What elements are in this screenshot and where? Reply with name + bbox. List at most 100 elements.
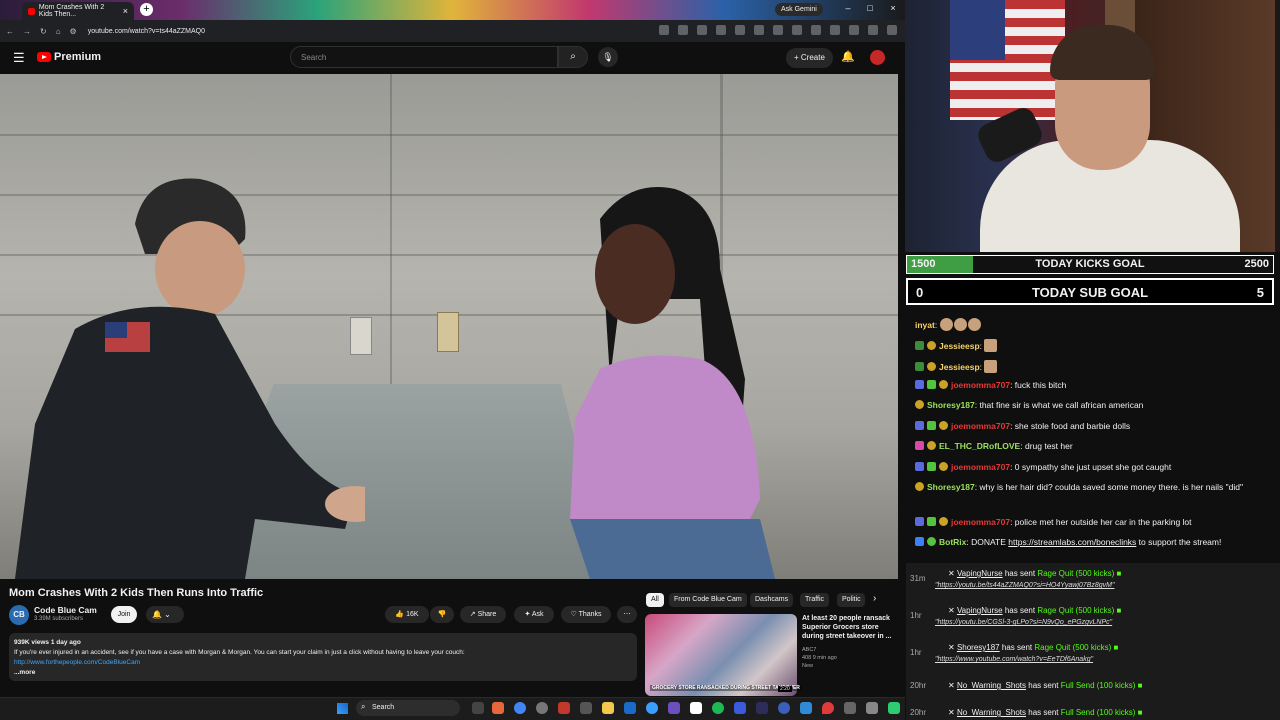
extension-icon[interactable] bbox=[849, 25, 859, 35]
close-tab-icon[interactable]: × bbox=[123, 6, 128, 16]
extension-icon[interactable] bbox=[716, 25, 726, 35]
chip-politic[interactable]: Politic bbox=[837, 593, 865, 607]
youtube-logo[interactable]: Premium bbox=[37, 51, 101, 63]
thanks-button[interactable]: ♡ Thanks bbox=[561, 606, 611, 623]
edge-icon[interactable] bbox=[646, 702, 658, 714]
account-avatar[interactable] bbox=[870, 50, 885, 65]
hamburger-menu-icon[interactable]: ☰ bbox=[13, 50, 25, 66]
show-more-link[interactable]: ...more bbox=[14, 668, 632, 678]
recommended-title[interactable]: At least 20 people ransack Superior Groc… bbox=[802, 614, 894, 641]
bot-badge-icon bbox=[915, 537, 924, 546]
chips-next-icon[interactable]: › bbox=[873, 593, 876, 604]
app-icon[interactable] bbox=[624, 702, 636, 714]
site-info-icon[interactable]: ⚙ bbox=[70, 27, 77, 36]
app-icon[interactable] bbox=[492, 702, 504, 714]
extension-icon[interactable] bbox=[659, 25, 669, 35]
join-button[interactable]: Join bbox=[111, 606, 137, 623]
event-user[interactable]: Shoresy187 bbox=[957, 643, 1000, 652]
app-icon[interactable] bbox=[800, 702, 812, 714]
chat-username[interactable]: Jessieesp bbox=[939, 362, 980, 372]
app-icon[interactable] bbox=[844, 702, 856, 714]
extension-icon[interactable] bbox=[697, 25, 707, 35]
reload-icon[interactable]: ↻ bbox=[40, 27, 47, 36]
forward-icon[interactable]: → bbox=[23, 27, 31, 36]
file-explorer-icon[interactable] bbox=[602, 702, 614, 714]
chat-username[interactable]: inyat bbox=[915, 320, 935, 330]
home-icon[interactable]: ⌂ bbox=[56, 27, 61, 36]
app-icon[interactable] bbox=[778, 702, 790, 714]
description-link[interactable]: http://www.forthepeople.com/CodeBlueCam bbox=[14, 658, 632, 668]
chat-username[interactable]: BotRix bbox=[939, 537, 966, 547]
event-user[interactable]: No_Warning_Shots bbox=[957, 681, 1026, 690]
event-message[interactable]: "https://www.youtube.com/watch?v=EeTDf6A… bbox=[935, 656, 1093, 663]
minimize-window-icon[interactable]: – bbox=[838, 3, 858, 13]
kebab-menu-icon[interactable] bbox=[887, 25, 897, 35]
create-button[interactable]: + Create bbox=[786, 48, 833, 68]
chat-username[interactable]: Shoresy187 bbox=[927, 482, 975, 492]
extension-icon[interactable] bbox=[754, 25, 764, 35]
like-button[interactable]: 👍 16K bbox=[385, 606, 429, 623]
subscription-bell-icon[interactable]: 🔔 ⌄ bbox=[146, 606, 184, 623]
share-button[interactable]: ↗ Share bbox=[460, 606, 506, 623]
video-description[interactable]: 939K views 1 day ago If you're ever inju… bbox=[9, 633, 637, 681]
new-tab-button[interactable]: + bbox=[140, 3, 153, 16]
bookmark-star-icon[interactable] bbox=[678, 25, 688, 35]
app-icon[interactable] bbox=[690, 702, 702, 714]
ask-button[interactable]: ✦ Ask bbox=[514, 606, 554, 623]
recommended-thumbnail[interactable] bbox=[645, 614, 797, 696]
app-icon[interactable] bbox=[668, 702, 680, 714]
app-icon[interactable] bbox=[888, 702, 900, 714]
taskbar-search-input[interactable]: Search bbox=[356, 700, 460, 716]
url-field[interactable]: youtube.com/watch?v=ts44aZZMAQ0 bbox=[88, 28, 205, 35]
event-user[interactable]: VapingNurse bbox=[957, 569, 1003, 578]
browser-tab-active[interactable]: Mom Crashes With 2 Kids Then... × bbox=[22, 2, 134, 20]
extension-icon[interactable] bbox=[792, 25, 802, 35]
chrome-icon[interactable] bbox=[514, 702, 526, 714]
chat-username[interactable]: EL_THC_DRofLOVE bbox=[939, 441, 1020, 451]
app-icon[interactable] bbox=[580, 702, 592, 714]
chip-from-channel[interactable]: From Code Blue Cam bbox=[669, 593, 747, 607]
close-window-icon[interactable]: × bbox=[883, 3, 903, 13]
chat-username[interactable]: joemomma707 bbox=[951, 380, 1010, 390]
chat-link[interactable]: https://streamlabs.com/boneclinks bbox=[1008, 537, 1136, 547]
app-icon[interactable] bbox=[822, 702, 834, 714]
chat-username[interactable]: joemomma707 bbox=[951, 517, 1010, 527]
microphone-icon[interactable]: 🎙 bbox=[598, 47, 618, 67]
more-actions-icon[interactable]: ⋯ bbox=[617, 606, 637, 623]
back-icon[interactable]: ← bbox=[6, 27, 14, 36]
event-user[interactable]: VapingNurse bbox=[957, 606, 1003, 615]
profile-icon[interactable] bbox=[868, 25, 878, 35]
app-icon[interactable] bbox=[756, 702, 768, 714]
channel-name[interactable]: Code Blue Cam bbox=[34, 605, 97, 615]
task-view-icon[interactable] bbox=[472, 702, 484, 714]
extension-icon[interactable] bbox=[773, 25, 783, 35]
chat-username[interactable]: joemomma707 bbox=[951, 421, 1010, 431]
share-label: Share bbox=[477, 611, 497, 618]
search-icon[interactable]: ⌕ bbox=[558, 46, 588, 68]
channel-avatar[interactable]: CB bbox=[9, 605, 29, 625]
extension-icon[interactable] bbox=[811, 25, 821, 35]
chat-username[interactable]: Shoresy187 bbox=[927, 400, 975, 410]
video-player[interactable] bbox=[0, 74, 898, 579]
app-icon[interactable] bbox=[866, 702, 878, 714]
app-icon[interactable] bbox=[536, 702, 548, 714]
chip-dashcams[interactable]: Dashcams bbox=[750, 593, 794, 607]
obs-icon[interactable] bbox=[558, 702, 570, 714]
app-icon[interactable] bbox=[734, 702, 746, 714]
notifications-bell-icon[interactable]: 🔔 bbox=[841, 50, 855, 63]
search-input[interactable]: Search bbox=[290, 46, 558, 68]
extension-icon[interactable] bbox=[830, 25, 840, 35]
chat-username[interactable]: Jessieesp bbox=[939, 341, 980, 351]
maximize-window-icon[interactable]: □ bbox=[860, 3, 880, 13]
spotify-icon[interactable] bbox=[712, 702, 724, 714]
event-message[interactable]: "https://youtu.be/CGSl-3-gLPo?si=N9vQo_e… bbox=[935, 619, 1112, 626]
event-user[interactable]: No_Warning_Shots bbox=[957, 708, 1026, 717]
windows-start-icon[interactable] bbox=[337, 703, 348, 714]
extension-icon[interactable] bbox=[735, 25, 745, 35]
chip-traffic[interactable]: Traffic bbox=[800, 593, 830, 607]
chat-username[interactable]: joemomma707 bbox=[951, 462, 1010, 472]
chip-all[interactable]: All bbox=[646, 593, 664, 607]
dislike-button[interactable]: 👎 bbox=[430, 606, 454, 623]
event-message[interactable]: "https://youtu.be/ts44aZZMAQ0?si=HO4Yyaw… bbox=[935, 582, 1114, 589]
ask-gemini-button[interactable]: Ask Gemini bbox=[775, 3, 823, 16]
